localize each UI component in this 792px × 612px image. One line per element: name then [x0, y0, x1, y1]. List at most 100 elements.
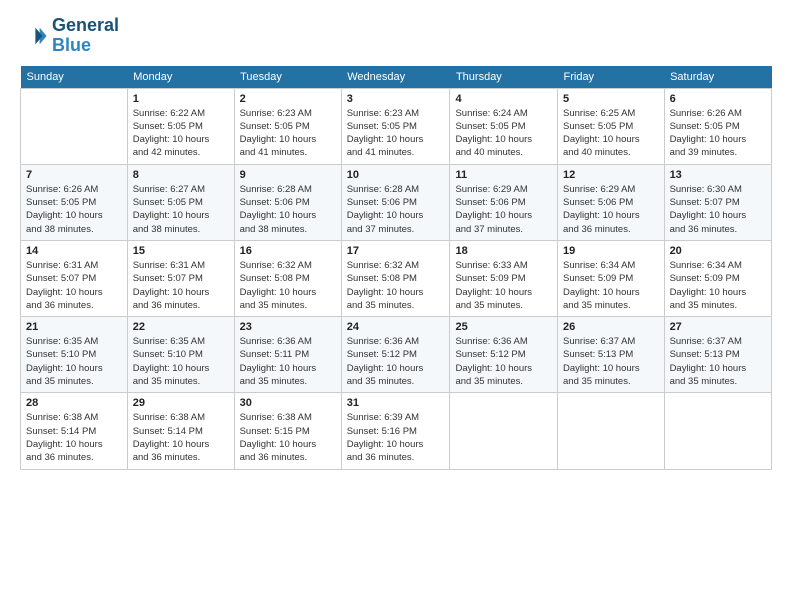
calendar-cell: 28 Sunrise: 6:38 AM Sunset: 5:14 PM Dayli… — [21, 393, 128, 469]
day-number: 2 — [240, 93, 336, 105]
day-number: 11 — [455, 169, 552, 181]
calendar-cell — [21, 88, 128, 164]
day-number: 29 — [133, 397, 229, 409]
weekday-header-thursday: Thursday — [450, 66, 558, 89]
day-info: Sunrise: 6:22 AM Sunset: 5:05 PM Dayligh… — [133, 107, 229, 160]
day-info: Sunrise: 6:34 AM Sunset: 5:09 PM Dayligh… — [670, 259, 766, 312]
calendar-cell: 18 Sunrise: 6:33 AM Sunset: 5:09 PM Dayli… — [450, 240, 558, 316]
calendar-cell: 10 Sunrise: 6:28 AM Sunset: 5:06 PM Dayli… — [341, 164, 450, 240]
calendar-cell: 21 Sunrise: 6:35 AM Sunset: 5:10 PM Dayli… — [21, 317, 128, 393]
calendar-cell: 30 Sunrise: 6:38 AM Sunset: 5:15 PM Dayli… — [234, 393, 341, 469]
calendar-cell: 20 Sunrise: 6:34 AM Sunset: 5:09 PM Dayli… — [664, 240, 771, 316]
day-number: 1 — [133, 93, 229, 105]
calendar-cell: 8 Sunrise: 6:27 AM Sunset: 5:05 PM Daylig… — [127, 164, 234, 240]
calendar-cell: 3 Sunrise: 6:23 AM Sunset: 5:05 PM Daylig… — [341, 88, 450, 164]
logo-icon — [20, 22, 48, 50]
calendar-cell: 11 Sunrise: 6:29 AM Sunset: 5:06 PM Dayli… — [450, 164, 558, 240]
day-info: Sunrise: 6:23 AM Sunset: 5:05 PM Dayligh… — [240, 107, 336, 160]
day-info: Sunrise: 6:33 AM Sunset: 5:09 PM Dayligh… — [455, 259, 552, 312]
day-number: 22 — [133, 321, 229, 333]
week-row-3: 14Sunrise: 6:31 AM Sunset: 5:07 PM Dayli… — [21, 240, 772, 316]
calendar-cell: 15 Sunrise: 6:31 AM Sunset: 5:07 PM Dayli… — [127, 240, 234, 316]
calendar-cell: 22 Sunrise: 6:35 AM Sunset: 5:10 PM Dayli… — [127, 317, 234, 393]
day-info: Sunrise: 6:35 AM Sunset: 5:10 PM Dayligh… — [26, 335, 122, 388]
day-number: 5 — [563, 93, 659, 105]
calendar-cell: 19 Sunrise: 6:34 AM Sunset: 5:09 PM Dayli… — [558, 240, 665, 316]
day-info: Sunrise: 6:32 AM Sunset: 5:08 PM Dayligh… — [347, 259, 445, 312]
calendar-cell: 4 Sunrise: 6:24 AM Sunset: 5:05 PM Daylig… — [450, 88, 558, 164]
weekday-header-wednesday: Wednesday — [341, 66, 450, 89]
week-row-1: 1 Sunrise: 6:22 AM Sunset: 5:05 PM Daylig… — [21, 88, 772, 164]
weekday-header-sunday: Sunday — [21, 66, 128, 89]
day-info: Sunrise: 6:27 AM Sunset: 5:05 PM Dayligh… — [133, 183, 229, 236]
calendar-cell — [450, 393, 558, 469]
day-number: 18 — [455, 245, 552, 257]
day-info: Sunrise: 6:38 AM Sunset: 5:14 PM Dayligh… — [26, 411, 122, 464]
day-number: 19 — [563, 245, 659, 257]
calendar-cell: 26Sunrise: 6:37 AM Sunset: 5:13 PM Dayli… — [558, 317, 665, 393]
day-number: 3 — [347, 93, 445, 105]
calendar-cell: 25 Sunrise: 6:36 AM Sunset: 5:12 PM Dayli… — [450, 317, 558, 393]
day-info: Sunrise: 6:28 AM Sunset: 5:06 PM Dayligh… — [240, 183, 336, 236]
day-info: Sunrise: 6:23 AM Sunset: 5:05 PM Dayligh… — [347, 107, 445, 160]
calendar-cell: 9 Sunrise: 6:28 AM Sunset: 5:06 PM Daylig… — [234, 164, 341, 240]
day-info: Sunrise: 6:25 AM Sunset: 5:05 PM Dayligh… — [563, 107, 659, 160]
day-info: Sunrise: 6:36 AM Sunset: 5:12 PM Dayligh… — [455, 335, 552, 388]
day-info: Sunrise: 6:39 AM Sunset: 5:16 PM Dayligh… — [347, 411, 445, 464]
weekday-header-friday: Friday — [558, 66, 665, 89]
calendar-cell: 7 Sunrise: 6:26 AM Sunset: 5:05 PM Daylig… — [21, 164, 128, 240]
calendar-cell — [558, 393, 665, 469]
day-number: 24 — [347, 321, 445, 333]
day-info: Sunrise: 6:26 AM Sunset: 5:05 PM Dayligh… — [26, 183, 122, 236]
day-number: 21 — [26, 321, 122, 333]
week-row-4: 21 Sunrise: 6:35 AM Sunset: 5:10 PM Dayli… — [21, 317, 772, 393]
calendar-cell: 6 Sunrise: 6:26 AM Sunset: 5:05 PM Daylig… — [664, 88, 771, 164]
day-number: 10 — [347, 169, 445, 181]
calendar-cell: 24 Sunrise: 6:36 AM Sunset: 5:12 PM Dayli… — [341, 317, 450, 393]
day-number: 15 — [133, 245, 229, 257]
calendar-cell: 16Sunrise: 6:32 AM Sunset: 5:08 PM Dayli… — [234, 240, 341, 316]
week-row-5: 28 Sunrise: 6:38 AM Sunset: 5:14 PM Dayli… — [21, 393, 772, 469]
day-info: Sunrise: 6:28 AM Sunset: 5:06 PM Dayligh… — [347, 183, 445, 236]
day-number: 26 — [563, 321, 659, 333]
day-number: 20 — [670, 245, 766, 257]
day-info: Sunrise: 6:38 AM Sunset: 5:15 PM Dayligh… — [240, 411, 336, 464]
weekday-header-monday: Monday — [127, 66, 234, 89]
day-number: 23 — [240, 321, 336, 333]
day-info: Sunrise: 6:31 AM Sunset: 5:07 PM Dayligh… — [26, 259, 122, 312]
day-info: Sunrise: 6:29 AM Sunset: 5:06 PM Dayligh… — [455, 183, 552, 236]
day-info: Sunrise: 6:32 AM Sunset: 5:08 PM Dayligh… — [240, 259, 336, 312]
calendar-cell: 29 Sunrise: 6:38 AM Sunset: 5:14 PM Dayli… — [127, 393, 234, 469]
calendar-cell: 12 Sunrise: 6:29 AM Sunset: 5:06 PM Dayli… — [558, 164, 665, 240]
day-info: Sunrise: 6:30 AM Sunset: 5:07 PM Dayligh… — [670, 183, 766, 236]
day-number: 28 — [26, 397, 122, 409]
calendar-cell: 1 Sunrise: 6:22 AM Sunset: 5:05 PM Daylig… — [127, 88, 234, 164]
day-number: 12 — [563, 169, 659, 181]
day-info: Sunrise: 6:29 AM Sunset: 5:06 PM Dayligh… — [563, 183, 659, 236]
calendar-cell: 27Sunrise: 6:37 AM Sunset: 5:13 PM Dayli… — [664, 317, 771, 393]
day-info: Sunrise: 6:37 AM Sunset: 5:13 PM Dayligh… — [670, 335, 766, 388]
day-number: 4 — [455, 93, 552, 105]
day-info: Sunrise: 6:24 AM Sunset: 5:05 PM Dayligh… — [455, 107, 552, 160]
calendar-table: SundayMondayTuesdayWednesdayThursdayFrid… — [20, 66, 772, 470]
day-info: Sunrise: 6:36 AM Sunset: 5:12 PM Dayligh… — [347, 335, 445, 388]
day-number: 8 — [133, 169, 229, 181]
day-number: 17 — [347, 245, 445, 257]
calendar-cell: 14Sunrise: 6:31 AM Sunset: 5:07 PM Dayli… — [21, 240, 128, 316]
calendar-cell: 31Sunrise: 6:39 AM Sunset: 5:16 PM Dayli… — [341, 393, 450, 469]
day-info: Sunrise: 6:26 AM Sunset: 5:05 PM Dayligh… — [670, 107, 766, 160]
logo: General Blue — [20, 16, 119, 56]
day-number: 9 — [240, 169, 336, 181]
day-info: Sunrise: 6:38 AM Sunset: 5:14 PM Dayligh… — [133, 411, 229, 464]
day-info: Sunrise: 6:34 AM Sunset: 5:09 PM Dayligh… — [563, 259, 659, 312]
logo-text: General Blue — [52, 16, 119, 56]
day-info: Sunrise: 6:35 AM Sunset: 5:10 PM Dayligh… — [133, 335, 229, 388]
day-number: 30 — [240, 397, 336, 409]
day-number: 25 — [455, 321, 552, 333]
day-info: Sunrise: 6:31 AM Sunset: 5:07 PM Dayligh… — [133, 259, 229, 312]
calendar-cell: 5 Sunrise: 6:25 AM Sunset: 5:05 PM Daylig… — [558, 88, 665, 164]
calendar-cell: 17 Sunrise: 6:32 AM Sunset: 5:08 PM Dayli… — [341, 240, 450, 316]
weekday-header-row: SundayMondayTuesdayWednesdayThursdayFrid… — [21, 66, 772, 89]
day-number: 6 — [670, 93, 766, 105]
day-number: 7 — [26, 169, 122, 181]
